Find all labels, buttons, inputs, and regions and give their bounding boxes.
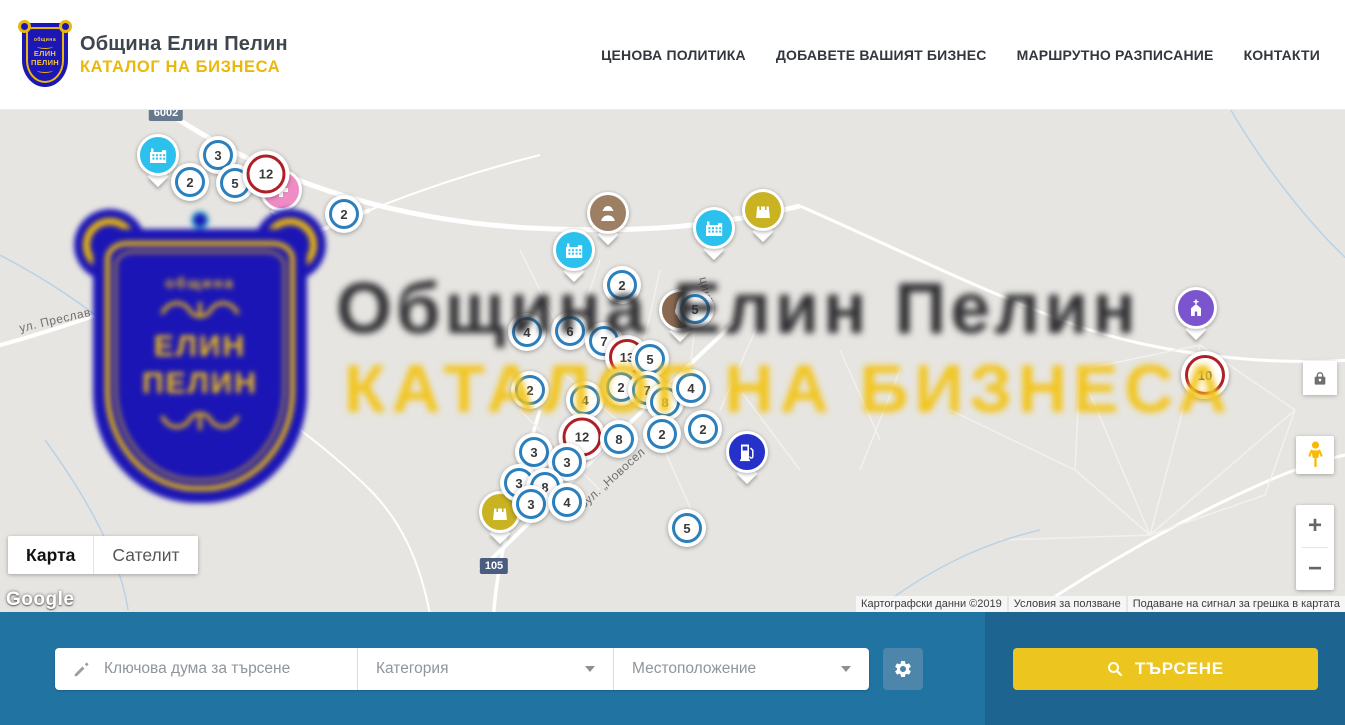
nav-item[interactable]: ДОБАВЕТЕ ВАШИЯТ БИЗНЕС [776,47,987,63]
nav-item[interactable]: МАРШРУТНО РАЗПИСАНИЕ [1017,47,1214,63]
watermark-emblem-name1: ЕЛИН [154,328,246,365]
map-type-control: КартаСателит [8,536,198,574]
search-bar: Категория Местоположение Т [0,612,1345,725]
search-field-group: Категория Местоположение [55,648,869,690]
main-nav: ЦЕНОВА ПОЛИТИКА ДОБАВЕТЕ ВАШИЯТ БИЗНЕС МАР… [601,47,1320,63]
nav-item[interactable]: ЦЕНОВА ПОЛИТИКА [601,47,746,63]
ornament-icon [152,296,248,324]
pegman-control[interactable] [1296,436,1334,474]
watermark-emblem-top-text: община [165,275,235,292]
map-cluster-marker[interactable]: 12 [243,151,290,198]
map-cluster-marker[interactable]: 2 [325,195,363,233]
worker-marker[interactable] [587,192,629,234]
shopping-bag-icon [751,198,775,222]
ornament-icon [152,406,248,434]
location-select[interactable]: Местоположение [613,648,869,690]
factory-icon [146,143,170,167]
nav-item[interactable]: КОНТАКТИ [1244,47,1320,63]
category-select[interactable]: Категория [357,648,613,690]
brand[interactable]: община ЕЛИН ПЕЛИН Община Елин Пелин КАТА… [22,23,288,87]
logo-top-text: община [34,37,56,43]
site-subtitle: КАТАЛОГ НА БИЗНЕСА [80,58,288,77]
report-error-link[interactable]: Подаване на сигнал за грешка в картата [1128,596,1345,612]
site-header: община ЕЛИН ПЕЛИН Община Елин Пелин КАТА… [0,0,1345,110]
category-select-value: Категория [376,660,448,678]
zoom-control: + − [1296,505,1334,590]
search-button[interactable]: ТЪРСЕНЕ [1013,648,1318,690]
map-canvas[interactable]: 3251222546713524278412822333834510 Общин… [0,110,1345,612]
chevron-down-icon [841,666,851,672]
road-label: 6002 [149,110,183,121]
map-cluster-marker[interactable]: 4 [548,483,586,521]
search-bar-right: ТЪРСЕНЕ [985,612,1345,725]
zoom-in-button[interactable]: + [1296,505,1334,547]
factory-icon [562,238,586,262]
logo-name-line2: ПЕЛИН [31,59,59,67]
church-icon [1184,296,1208,320]
logo-ornament [37,68,53,73]
map-type-button[interactable]: Карта [8,536,93,574]
google-logo[interactable]: Google [6,589,74,611]
pegman-icon [1307,440,1324,470]
lock-button[interactable] [1303,361,1337,395]
shopping-bag-marker[interactable] [742,189,784,231]
map-cluster-marker[interactable]: 3 [512,485,550,523]
watermark-emblem-name2: ПЕЛИН [142,365,258,402]
road-label: 105 [480,558,508,574]
factory-icon [702,216,726,240]
pencil-icon [73,660,91,678]
chevron-down-icon [585,666,595,672]
church-marker[interactable] [1175,287,1217,329]
logo-ornament [37,44,53,49]
factory-marker[interactable] [693,207,735,249]
zoom-out-button[interactable]: − [1296,548,1334,590]
search-button-label: ТЪРСЕНЕ [1135,659,1224,679]
shopping-bag-icon [488,500,512,524]
site-title: Община Елин Пелин [80,33,288,56]
map-cluster-marker[interactable]: 2 [171,163,209,201]
watermark-emblem-icon: община ЕЛИН ПЕЛИН [85,213,315,503]
logo-name-line1: ЕЛИН [34,50,56,58]
location-select-value: Местоположение [632,660,756,678]
keyword-search-input[interactable] [102,659,357,679]
municipality-logo-icon: община ЕЛИН ПЕЛИН [22,23,68,87]
watermark-subtitle: КАТАЛОГ НА БИЗНЕСА [344,350,1233,428]
watermark-title: Община Елин Пелин [336,268,1140,350]
factory-marker[interactable] [553,229,595,271]
lock-icon [1312,370,1328,386]
search-bar-left: Категория Местоположение [0,612,985,725]
map-data-notice: Картографски данни ©2019 [856,596,1007,612]
keyword-field [55,648,357,690]
gear-icon [893,659,913,679]
page: община ЕЛИН ПЕЛИН Община Елин Пелин КАТА… [0,0,1345,725]
map-type-button[interactable]: Сателит [93,536,197,574]
factory-marker[interactable] [137,134,179,176]
worker-icon [596,201,620,225]
fuel-marker[interactable] [726,431,768,473]
map-attribution: Картографски данни ©2019Условия за ползв… [856,596,1345,612]
advanced-settings-button[interactable] [883,648,923,690]
map-cluster-marker[interactable]: 5 [668,509,706,547]
fuel-icon [735,440,759,464]
terms-link[interactable]: Условия за ползване [1009,596,1126,612]
search-icon [1106,660,1124,678]
